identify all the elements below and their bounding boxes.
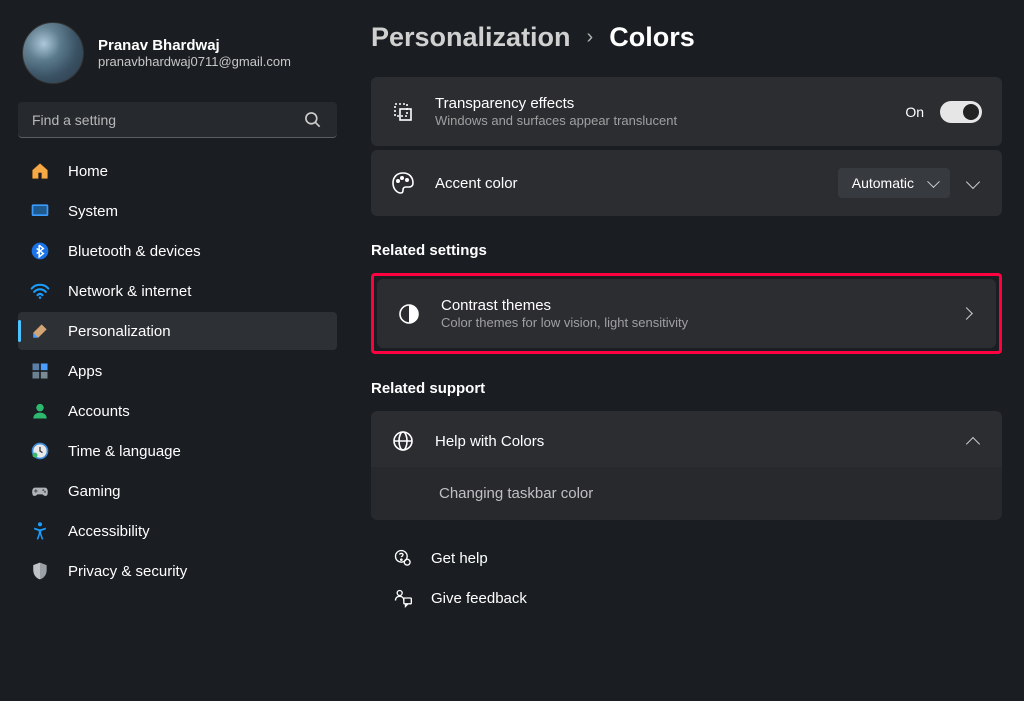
transparency-title: Transparency effects xyxy=(435,95,885,112)
sidebar-item-apps[interactable]: Apps xyxy=(18,352,337,390)
user-email: pranavbhardwaj0711@gmail.com xyxy=(98,54,291,69)
sidebar-item-label: System xyxy=(68,203,118,220)
chevron-down-icon[interactable] xyxy=(966,175,982,191)
sidebar-item-accounts[interactable]: Accounts xyxy=(18,392,337,430)
contrast-themes-row[interactable]: Contrast themes Color themes for low vis… xyxy=(377,279,996,348)
main-content: Personalization › Colors Transparency ef… xyxy=(355,0,1024,701)
toggle-state: On xyxy=(905,104,924,120)
accounts-icon xyxy=(30,401,50,421)
contrast-title: Contrast themes xyxy=(441,297,940,314)
help-with-colors-row[interactable]: Help with Colors xyxy=(371,411,1002,471)
sidebar-item-label: Privacy & security xyxy=(68,563,187,580)
search-box[interactable] xyxy=(18,102,337,138)
feedback-label: Give feedback xyxy=(431,590,527,607)
wifi-icon xyxy=(30,281,50,301)
give-feedback-link[interactable]: Give feedback xyxy=(371,578,1002,618)
clock-icon xyxy=(30,441,50,461)
sidebar: Pranav Bhardwaj pranavbhardwaj0711@gmail… xyxy=(0,0,355,701)
sidebar-item-label: Gaming xyxy=(68,483,121,500)
chevron-right-icon: › xyxy=(587,26,594,49)
sidebar-item-bluetooth[interactable]: Bluetooth & devices xyxy=(18,232,337,270)
breadcrumb-parent[interactable]: Personalization xyxy=(371,22,571,53)
transparency-icon xyxy=(391,100,415,124)
system-icon xyxy=(30,201,50,221)
accessibility-icon xyxy=(30,521,50,541)
transparency-sub: Windows and surfaces appear translucent xyxy=(435,113,885,128)
chevron-up-icon[interactable] xyxy=(966,433,982,449)
accent-dropdown[interactable]: Automatic xyxy=(838,168,950,198)
sidebar-item-label: Network & internet xyxy=(68,283,191,300)
search-icon xyxy=(303,110,323,130)
transparency-effects-row[interactable]: Transparency effects Windows and surface… xyxy=(371,77,1002,146)
gaming-icon xyxy=(30,481,50,501)
sidebar-item-label: Apps xyxy=(68,363,102,380)
paintbrush-icon xyxy=(30,321,50,341)
globe-icon xyxy=(391,429,415,453)
sidebar-item-network[interactable]: Network & internet xyxy=(18,272,337,310)
get-help-link[interactable]: Get help xyxy=(371,538,1002,578)
related-support-heading: Related support xyxy=(371,380,1002,397)
palette-icon xyxy=(391,171,415,195)
sidebar-item-label: Personalization xyxy=(68,323,171,340)
user-header[interactable]: Pranav Bhardwaj pranavbhardwaj0711@gmail… xyxy=(18,18,337,102)
sidebar-item-label: Accessibility xyxy=(68,523,150,540)
home-icon xyxy=(30,161,50,181)
sidebar-item-label: Accounts xyxy=(68,403,130,420)
contrast-sub: Color themes for low vision, light sensi… xyxy=(441,315,940,330)
sidebar-item-accessibility[interactable]: Accessibility xyxy=(18,512,337,550)
sidebar-item-label: Bluetooth & devices xyxy=(68,243,201,260)
search-input[interactable] xyxy=(32,112,303,128)
related-settings-heading: Related settings xyxy=(371,242,1002,259)
sidebar-item-label: Home xyxy=(68,163,108,180)
shield-icon xyxy=(30,561,50,581)
sidebar-item-home[interactable]: Home xyxy=(18,152,337,190)
sidebar-item-system[interactable]: System xyxy=(18,192,337,230)
apps-icon xyxy=(30,361,50,381)
breadcrumb: Personalization › Colors xyxy=(371,22,1002,53)
sidebar-item-privacy[interactable]: Privacy & security xyxy=(18,552,337,590)
accent-color-row[interactable]: Accent color Automatic xyxy=(371,150,1002,216)
sidebar-item-personalization[interactable]: Personalization xyxy=(18,312,337,350)
page-title: Colors xyxy=(609,22,695,53)
accent-title: Accent color xyxy=(435,175,818,192)
bluetooth-icon xyxy=(30,241,50,261)
sidebar-item-time[interactable]: Time & language xyxy=(18,432,337,470)
get-help-label: Get help xyxy=(431,550,488,567)
sidebar-item-label: Time & language xyxy=(68,443,181,460)
transparency-toggle[interactable] xyxy=(940,101,982,123)
help-icon xyxy=(393,548,413,568)
user-name: Pranav Bhardwaj xyxy=(98,37,291,54)
avatar xyxy=(22,22,84,84)
sidebar-item-gaming[interactable]: Gaming xyxy=(18,472,337,510)
chevron-right-icon xyxy=(960,306,976,322)
contrast-icon xyxy=(397,302,421,326)
highlight-annotation: Contrast themes Color themes for low vis… xyxy=(371,273,1002,354)
help-colors-title: Help with Colors xyxy=(435,433,946,450)
help-subitem[interactable]: Changing taskbar color xyxy=(371,467,1002,520)
feedback-icon xyxy=(393,588,413,608)
nav: Home System Bluetooth & devices Network … xyxy=(18,152,337,590)
